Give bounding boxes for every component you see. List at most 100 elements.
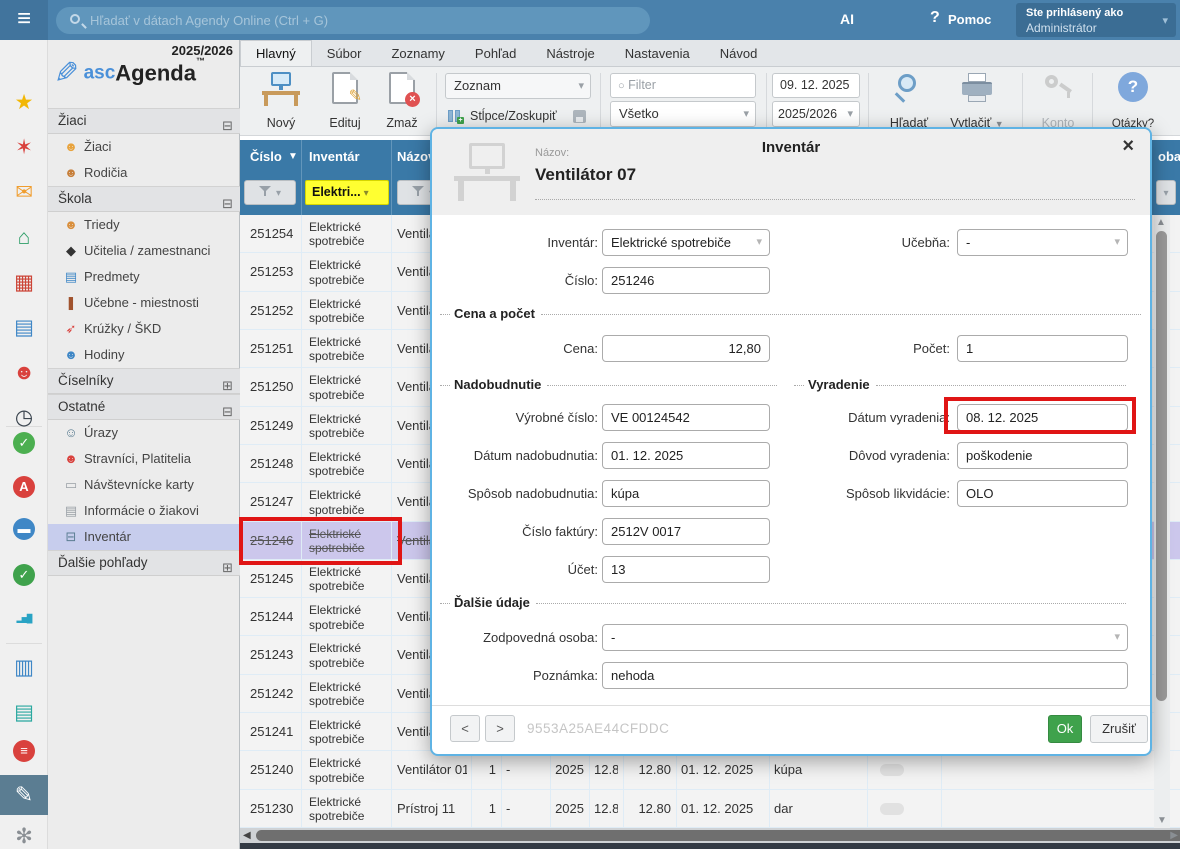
poznamka-input[interactable]: nehoda xyxy=(602,662,1128,689)
filter-input[interactable]: ○ Filter xyxy=(610,73,756,98)
prev-record-button[interactable]: < xyxy=(450,715,480,742)
ok-button[interactable]: Ok xyxy=(1048,715,1082,743)
collapse-toggle-icon[interactable]: ⊞ xyxy=(222,556,233,580)
inventar-select[interactable]: Elektrické spotrebiče▾ xyxy=(602,229,770,256)
cislo-faktury-input[interactable]: 2512V 0017 xyxy=(602,518,770,545)
sidebar-item-rodi-ia[interactable]: ☻Rodičia xyxy=(48,160,240,186)
view-mode-select[interactable]: Zoznam▾ xyxy=(445,73,591,99)
sidebar-item-invent-r[interactable]: ⊟Inventár xyxy=(48,524,240,550)
filter-button-cislo[interactable]: ▾ xyxy=(244,180,296,205)
wizard-icon[interactable]: ✶ xyxy=(0,133,48,163)
sidebar-group-4[interactable]: Ostatné⊟ xyxy=(48,394,240,420)
filter-chip-inventar[interactable]: Elektri...▾ xyxy=(305,180,389,205)
tab-s-bor[interactable]: Súbor xyxy=(312,41,377,67)
timetable-icon[interactable]: ▦ xyxy=(0,268,48,298)
shield-check-icon[interactable]: ✓ xyxy=(13,564,35,586)
sidebar-item-u-itelia-zamestnanci[interactable]: ◆Učitelia / zamestnanci xyxy=(48,238,240,264)
briefcase-icon[interactable]: ▬ xyxy=(13,518,35,540)
grades-icon[interactable]: A xyxy=(13,476,35,498)
close-icon[interactable]: × xyxy=(1122,135,1134,158)
zodpovedna-osoba-select[interactable]: -▾ xyxy=(602,624,1128,651)
sidebar-item-triedy[interactable]: ☻Triedy xyxy=(48,212,240,238)
documents-icon[interactable]: ▤ xyxy=(0,698,48,728)
datum-nadobudnutia-input[interactable]: 01. 12. 2025 xyxy=(602,442,770,469)
cislo-input[interactable]: 251246 xyxy=(602,267,770,294)
save-layout-icon[interactable] xyxy=(573,110,586,123)
cena-input[interactable]: 12,80 xyxy=(602,335,770,362)
vertical-scrollbar[interactable]: ▲ ▼ xyxy=(1154,215,1170,828)
vertical-scrollbar-thumb[interactable] xyxy=(1156,231,1167,701)
date-input[interactable]: 09. 12. 2025 xyxy=(772,73,860,98)
sidebar-group-2[interactable]: Škola⊟ xyxy=(48,186,240,212)
ucebna-select[interactable]: -▾ xyxy=(957,229,1128,256)
hamburger-menu-icon[interactable]: ≡ xyxy=(0,0,48,40)
next-record-button[interactable]: > xyxy=(485,715,515,742)
horizontal-scrollbar-thumb[interactable] xyxy=(256,830,1180,841)
print-button[interactable]: Vytlačiť ▼ xyxy=(942,72,1012,132)
ai-button[interactable]: AI xyxy=(840,11,854,27)
agenda-pen-icon[interactable]: ✎ xyxy=(0,775,48,815)
favorites-icon[interactable]: ★ xyxy=(0,88,48,118)
sidebar-item-inform-cie-o-iakovi[interactable]: ▤Informácie o žiakovi xyxy=(48,498,240,524)
account-button[interactable]: Konto xyxy=(1032,72,1084,132)
tab-poh-ad[interactable]: Pohľad xyxy=(460,41,531,67)
name-value[interactable]: Ventilátor 07 xyxy=(535,165,636,185)
edit-button[interactable]: ✎ Edituj xyxy=(318,72,372,132)
vyrobne-cislo-input[interactable]: VE 00124542 xyxy=(602,404,770,431)
check-circle-icon[interactable]: ✓ xyxy=(13,432,35,454)
sidebar-item-stravn-ci-platitelia[interactable]: ☻Stravníci, Platitelia xyxy=(48,446,240,472)
scroll-up-icon[interactable]: ▲ xyxy=(1156,217,1166,228)
schedule-icon[interactable]: ◷ xyxy=(0,403,48,433)
tab-n-stroje[interactable]: Nástroje xyxy=(531,41,609,67)
notebook-icon[interactable]: ▤ xyxy=(0,313,48,343)
new-button[interactable]: Nový xyxy=(252,72,310,132)
find-button[interactable]: Hľadať xyxy=(878,72,940,132)
messages-icon[interactable]: ≡ xyxy=(13,740,35,762)
sposob-likvidacie-input[interactable]: OLO xyxy=(957,480,1128,507)
pocet-input[interactable]: 1 xyxy=(957,335,1128,362)
sidebar-item-kr-ky-kd[interactable]: ➶Krúžky / ŠKD xyxy=(48,316,240,342)
horizontal-scrollbar[interactable]: ◀ ▶ xyxy=(240,828,1180,843)
sidebar-item--iaci[interactable]: ☻Žiaci xyxy=(48,134,240,160)
home-icon[interactable]: ⌂ xyxy=(0,223,48,253)
bar-chart-icon[interactable]: ▂▅█ xyxy=(0,604,48,634)
column-header-inventar[interactable]: Inventár xyxy=(309,149,360,164)
sidebar-item--razy[interactable]: ☺Úrazy xyxy=(48,420,240,446)
tab-nastavenia[interactable]: Nastavenia xyxy=(610,41,705,67)
table-row-251230[interactable]: 251230Elektrické spotrebičePrístroj 111-… xyxy=(240,790,1180,828)
tab-n-vod[interactable]: Návod xyxy=(705,41,773,67)
sidebar-item-predmety[interactable]: ▤Predmety xyxy=(48,264,240,290)
filter-button-partial[interactable]: ▾ xyxy=(1156,180,1176,205)
column-header-cislo[interactable]: Číslo xyxy=(250,149,282,164)
columns-group-button[interactable]: + Stĺpce/Zoskupiť xyxy=(445,103,591,129)
scroll-left-icon[interactable]: ◀ xyxy=(243,830,251,841)
scroll-right-icon[interactable]: ▶ xyxy=(1170,830,1178,841)
ucet-input[interactable]: 13 xyxy=(602,556,770,583)
tab-hlavn-[interactable]: Hlavný xyxy=(240,40,312,66)
questions-button[interactable]: ? Otázky? xyxy=(1102,72,1164,132)
tab-zoznamy[interactable]: Zoznamy xyxy=(376,41,459,67)
sposob-nadobudnutia-input[interactable]: kúpa xyxy=(602,480,770,507)
help-button[interactable]: Pomoc xyxy=(948,12,991,27)
cancel-button[interactable]: Zrušiť xyxy=(1090,715,1148,743)
sidebar-group-3[interactable]: Číselníky⊞ xyxy=(48,368,240,394)
dovod-vyradenia-input[interactable]: poškodenie xyxy=(957,442,1128,469)
sidebar-item-hodiny[interactable]: ☻Hodiny xyxy=(48,342,240,368)
scope-select[interactable]: Všetko▾ xyxy=(610,101,756,127)
sidebar-group-1[interactable]: Žiaci⊟ xyxy=(48,108,240,134)
table-row-251240[interactable]: 251240Elektrické spotrebičeVentilátor 01… xyxy=(240,751,1180,789)
sidebar-item-u-ebne-miestnosti[interactable]: ❚Učebne - miestnosti xyxy=(48,290,240,316)
delete-button[interactable]: × Zmaž xyxy=(378,72,426,132)
settings-gear-icon[interactable]: ✻ xyxy=(0,822,48,849)
help-question-icon[interactable]: ? xyxy=(930,9,940,27)
scroll-down-icon[interactable]: ▼ xyxy=(1157,815,1167,826)
year-select[interactable]: 2025/2026▾ xyxy=(772,101,860,127)
mail-icon[interactable]: ✉ xyxy=(0,178,48,208)
global-search-input[interactable]: Hľadať v dátach Agendy Online (Ctrl + G) xyxy=(56,7,650,34)
library-icon[interactable]: ▥ xyxy=(0,653,48,683)
sidebar-item-n-v-tevn-cke-karty[interactable]: ▭Návštevnícke karty xyxy=(48,472,240,498)
sort-desc-icon[interactable]: ▼ xyxy=(288,151,298,162)
person-pin-icon[interactable]: ☻ xyxy=(0,358,48,388)
sidebar-group-5[interactable]: Ďalšie pohľady⊞ xyxy=(48,550,240,576)
logged-in-user-menu[interactable]: Ste prihlásený ako Administrátor ▾ xyxy=(1016,3,1176,37)
